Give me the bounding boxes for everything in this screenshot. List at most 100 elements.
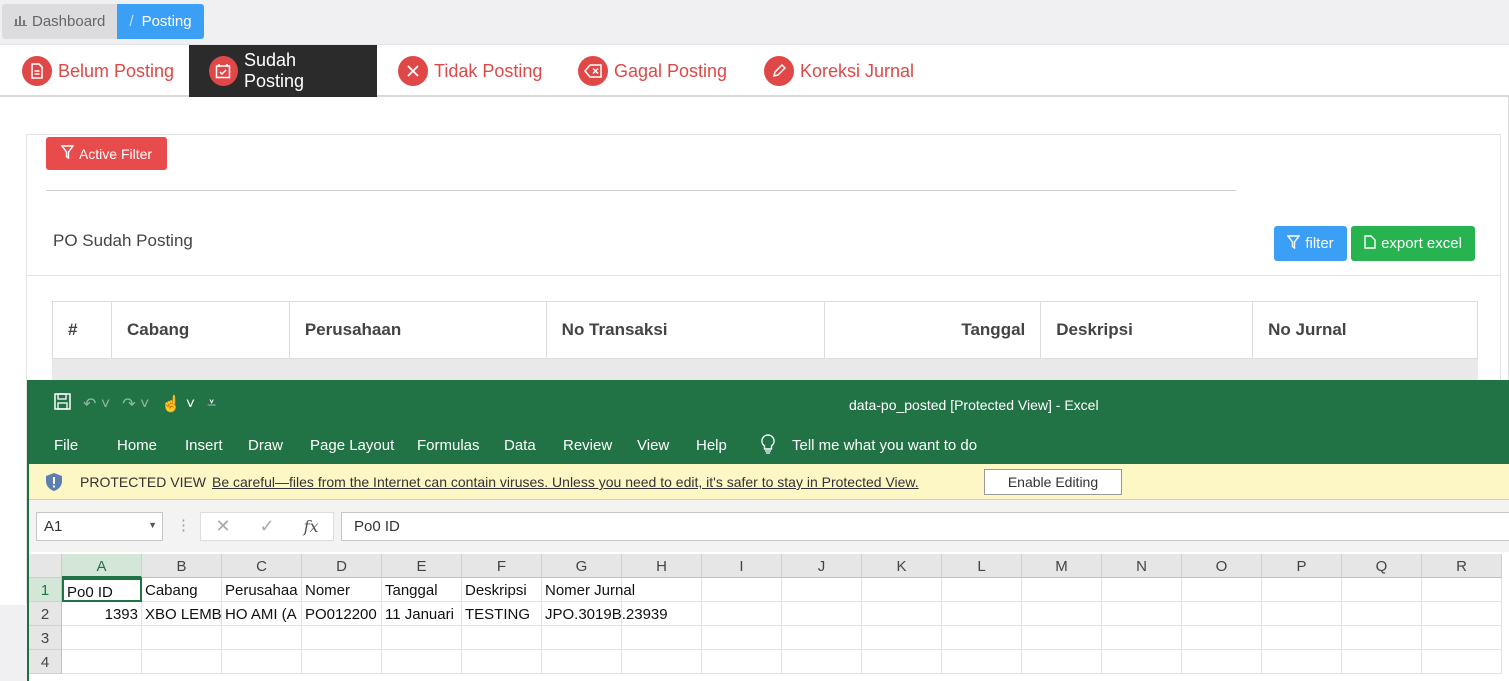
tell-me-search[interactable]: Tell me what you want to do: [792, 437, 977, 454]
cell-d3[interactable]: [302, 626, 382, 650]
col-header-no-jurnal[interactable]: No Jurnal: [1252, 301, 1478, 359]
chevron-down-icon[interactable]: ▼: [148, 520, 157, 530]
cell-k2[interactable]: [862, 602, 942, 626]
cell-m4[interactable]: [1022, 650, 1102, 674]
cell-p1[interactable]: [1262, 578, 1342, 602]
cell-j3[interactable]: [782, 626, 862, 650]
row-header-2[interactable]: 2: [29, 602, 62, 626]
cell-j2[interactable]: [782, 602, 862, 626]
cell-h2[interactable]: [622, 602, 702, 626]
column-header-m[interactable]: M: [1022, 554, 1102, 578]
cell-d1[interactable]: Nomer: [302, 578, 382, 602]
ribbon-tab-review[interactable]: Review: [563, 437, 612, 454]
cell-k3[interactable]: [862, 626, 942, 650]
active-filter-button[interactable]: Active Filter: [46, 137, 167, 170]
cell-f2[interactable]: TESTING: [462, 602, 542, 626]
ribbon-tab-help[interactable]: Help: [696, 437, 727, 454]
cell-i2[interactable]: [702, 602, 782, 626]
cell-h1[interactable]: [622, 578, 702, 602]
filter-button[interactable]: filter: [1274, 226, 1347, 261]
cell-e1[interactable]: Tanggal: [382, 578, 462, 602]
cell-a2[interactable]: 1393: [62, 602, 142, 626]
col-header-no-transaksi[interactable]: No Transaksi: [545, 301, 826, 359]
col-header-deskripsi[interactable]: Deskripsi: [1040, 301, 1254, 359]
col-header-number[interactable]: #: [52, 301, 112, 359]
cell-q4[interactable]: [1342, 650, 1422, 674]
cell-k1[interactable]: [862, 578, 942, 602]
cell-m2[interactable]: [1022, 602, 1102, 626]
cell-n3[interactable]: [1102, 626, 1182, 650]
column-header-h[interactable]: H: [622, 554, 702, 578]
column-header-a[interactable]: A: [62, 554, 142, 578]
cell-q3[interactable]: [1342, 626, 1422, 650]
cell-l3[interactable]: [942, 626, 1022, 650]
cell-b4[interactable]: [142, 650, 222, 674]
cell-a1[interactable]: Po0 ID: [62, 578, 142, 602]
column-header-d[interactable]: D: [302, 554, 382, 578]
touch-mode-icon[interactable]: ☝ ˅: [161, 394, 195, 414]
row-header-3[interactable]: 3: [29, 626, 62, 650]
cell-f1[interactable]: Deskripsi: [462, 578, 542, 602]
export-excel-button[interactable]: export excel: [1351, 226, 1475, 261]
cell-e4[interactable]: [382, 650, 462, 674]
cell-o3[interactable]: [1182, 626, 1262, 650]
column-header-q[interactable]: Q: [1342, 554, 1422, 578]
cell-d4[interactable]: [302, 650, 382, 674]
column-header-n[interactable]: N: [1102, 554, 1182, 578]
undo-icon[interactable]: ↶ ˅: [83, 394, 110, 414]
cell-g2[interactable]: JPO.3019B.23939: [542, 602, 668, 626]
cell-m1[interactable]: [1022, 578, 1102, 602]
col-header-tanggal[interactable]: Tanggal: [824, 301, 1042, 359]
protected-view-message[interactable]: Be careful—files from the Internet can c…: [212, 474, 919, 490]
cell-r3[interactable]: [1422, 626, 1502, 650]
cell-i4[interactable]: [702, 650, 782, 674]
cell-g1[interactable]: Nomer Jurnal: [542, 578, 635, 602]
redo-icon[interactable]: ↷ ˅: [122, 394, 149, 414]
cell-r4[interactable]: [1422, 650, 1502, 674]
cell-q1[interactable]: [1342, 578, 1422, 602]
tab-gagal-posting[interactable]: Gagal Posting: [558, 45, 747, 97]
cell-o1[interactable]: [1182, 578, 1262, 602]
tab-belum-posting[interactable]: Belum Posting: [2, 45, 194, 97]
tab-tidak-posting[interactable]: Tidak Posting: [378, 45, 562, 97]
column-header-j[interactable]: J: [782, 554, 862, 578]
cell-b1[interactable]: Cabang: [142, 578, 222, 602]
cell-g3[interactable]: [542, 626, 622, 650]
cell-e3[interactable]: [382, 626, 462, 650]
cell-p4[interactable]: [1262, 650, 1342, 674]
customize-toolbar-icon[interactable]: ⩡: [207, 395, 216, 413]
ribbon-tab-draw[interactable]: Draw: [248, 437, 283, 454]
column-header-c[interactable]: C: [222, 554, 302, 578]
cell-n4[interactable]: [1102, 650, 1182, 674]
cell-c3[interactable]: [222, 626, 302, 650]
insert-function-icon[interactable]: fx: [304, 517, 319, 536]
cell-l4[interactable]: [942, 650, 1022, 674]
formula-input[interactable]: Po0 ID: [341, 512, 1509, 541]
column-header-b[interactable]: B: [142, 554, 222, 578]
cell-i3[interactable]: [702, 626, 782, 650]
column-header-f[interactable]: F: [462, 554, 542, 578]
ribbon-tab-data[interactable]: Data: [504, 437, 536, 454]
column-header-g[interactable]: G: [542, 554, 622, 578]
save-icon[interactable]: [54, 393, 71, 415]
tab-koreksi-jurnal[interactable]: Koreksi Jurnal: [744, 45, 934, 97]
column-header-i[interactable]: I: [702, 554, 782, 578]
ribbon-tab-insert[interactable]: Insert: [185, 437, 223, 454]
tab-sudah-posting[interactable]: Sudah Posting: [189, 45, 377, 97]
cell-f4[interactable]: [462, 650, 542, 674]
cell-a4[interactable]: [62, 650, 142, 674]
cell-n2[interactable]: [1102, 602, 1182, 626]
cell-o2[interactable]: [1182, 602, 1262, 626]
cell-p3[interactable]: [1262, 626, 1342, 650]
ribbon-tab-home[interactable]: Home: [117, 437, 157, 454]
column-header-k[interactable]: K: [862, 554, 942, 578]
row-header-1[interactable]: 1: [29, 578, 62, 602]
name-box[interactable]: A1 ▼: [36, 512, 163, 541]
cell-e2[interactable]: 11 Januari: [382, 602, 462, 626]
cell-a3[interactable]: [62, 626, 142, 650]
ribbon-tab-page-layout[interactable]: Page Layout: [310, 437, 394, 454]
cell-q2[interactable]: [1342, 602, 1422, 626]
breadcrumb-dashboard[interactable]: Dashboard: [2, 4, 118, 39]
col-header-perusahaan[interactable]: Perusahaan: [288, 301, 547, 359]
cell-c4[interactable]: [222, 650, 302, 674]
